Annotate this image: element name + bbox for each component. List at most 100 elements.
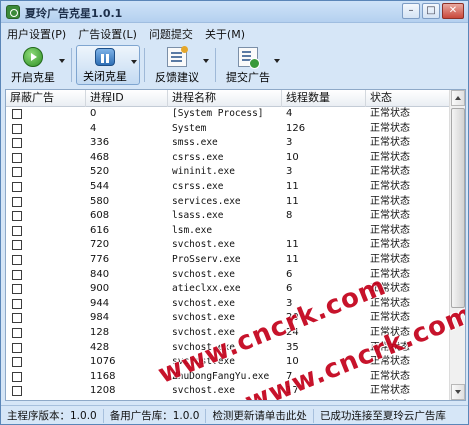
scroll-up-button[interactable] [451,90,465,106]
table-row[interactable]: 580 services.exe 11 正常状态 [6,195,450,210]
block-ad-checkbox[interactable] [12,109,22,119]
process-id-cell: 840 [90,268,110,280]
toolbar: 开启克星 关闭克星 反馈建议 提交广告 [1,45,468,87]
process-name-cell: csrss.exe [172,180,224,192]
block-ad-checkbox[interactable] [12,138,22,149]
block-ad-checkbox[interactable] [12,269,22,280]
chevron-down-icon[interactable] [274,59,280,63]
vertical-scrollbar[interactable] [449,90,465,400]
status-check-update-link[interactable]: 检测更新请单击此处 [206,408,314,423]
block-ad-cell [6,268,86,283]
block-ad-checkbox[interactable] [12,327,22,338]
toolbar-separator [144,48,145,82]
block-ad-cell [6,399,86,400]
thread-count-cell [282,224,366,239]
block-ad-checkbox[interactable] [12,371,22,382]
submit-ad-label: 提交广告 [226,71,270,84]
start-guard-button[interactable]: 开启克星 [5,45,67,85]
table-row[interactable]: 1356atieclxx.exe11正常状态 [6,399,450,401]
thread-count-cell: 4 [286,108,293,119]
table-row[interactable]: 468 csrss.exe 10 正常状态 [6,151,450,166]
table-row[interactable]: 608 lsass.exe 8 正常状态 [6,209,450,224]
block-ad-checkbox[interactable] [12,181,22,192]
chevron-down-icon[interactable] [59,59,65,63]
table-row[interactable]: 984 svchost.exe 20 正常状态 [6,311,450,326]
status-cell: 正常状态 [370,210,410,222]
feedback-icon [167,46,188,67]
submit-ad-button[interactable]: 提交广告 [220,45,282,85]
column-header-pid[interactable]: 进程ID [86,90,168,107]
table-row[interactable]: 336 smss.exe 3 正常状态 [6,136,450,151]
block-ad-cell [6,165,86,180]
process-id-cell: 1168 [90,370,116,382]
status-cell: 正常状态 [370,370,410,382]
block-ad-checkbox[interactable] [12,313,22,324]
submit-icon [238,47,260,69]
app-logo-icon [6,5,20,19]
menu-ad-settings[interactable]: 广告设置(L) [78,26,137,42]
maximize-button[interactable]: □ [422,3,440,19]
block-ad-checkbox[interactable] [12,386,22,397]
column-header-block[interactable]: 屏蔽广告 [6,90,86,107]
table-row[interactable]: 720 svchost.exe 11 正常状态 [6,238,450,253]
process-id-cell: 544 [90,180,110,192]
table-row[interactable]: 616 lsm.exe 正常状态 [6,224,450,239]
block-ad-checkbox[interactable] [12,240,22,251]
stop-guard-button[interactable]: 关闭克星 [76,45,140,85]
process-id-cell: 336 [90,137,110,149]
scroll-thumb[interactable] [451,108,465,308]
status-cell: 正常状态 [370,137,410,149]
table-row[interactable]: 1208 svchost.exe 17 正常状态 [6,384,450,399]
block-ad-checkbox[interactable] [12,342,22,353]
table-row[interactable]: 4 System 126 正常状态 [6,122,450,137]
block-ad-checkbox[interactable] [12,167,22,178]
close-button[interactable]: ✕ [442,3,464,19]
block-ad-checkbox[interactable] [12,254,22,265]
menu-about[interactable]: 关于(M) [205,26,245,42]
process-name-cell: System [172,122,207,134]
table-row[interactable]: 544 csrss.exe 11 正常状态 [6,180,450,195]
block-ad-cell [6,253,86,268]
list-header: 屏蔽广告 进程ID 进程名称 线程数量 状态 [6,90,450,107]
block-ad-checkbox[interactable] [12,211,22,222]
process-id-cell: 944 [90,297,110,309]
thread-count-cell: 10 [286,151,299,163]
table-row[interactable]: 0 [System Process] 4 正常状态 [6,107,450,122]
menu-submit-issue[interactable]: 问题提交 [149,26,193,42]
block-ad-checkbox[interactable] [12,284,22,295]
process-id-cell: 428 [90,341,110,353]
block-ad-cell [6,238,86,253]
process-list[interactable]: 屏蔽广告 进程ID 进程名称 线程数量 状态 0 [System Process]… [5,89,466,401]
table-row[interactable]: 776 ProSserv.exe 11 正常状态 [6,253,450,268]
block-ad-cell [6,136,86,151]
process-name-cell: svchost.exe [172,297,235,309]
block-ad-checkbox[interactable] [12,298,22,309]
process-id-cell: 720 [90,239,110,251]
column-header-name[interactable]: 进程名称 [168,90,282,107]
block-ad-checkbox[interactable] [12,123,22,134]
scroll-down-button[interactable] [451,384,465,400]
thread-count-cell: 11 [286,195,299,207]
column-header-threads[interactable]: 线程数量 [282,90,366,107]
status-cell: 正常状态 [370,385,410,397]
chevron-down-icon[interactable] [131,60,137,64]
minimize-button[interactable]: – [402,3,420,19]
process-name-cell: smss.exe [172,137,218,149]
process-id-cell: 776 [90,253,110,265]
table-row[interactable]: 840 svchost.exe 6 正常状态 [6,268,450,283]
block-ad-checkbox[interactable] [12,357,22,368]
block-ad-cell [6,151,86,166]
status-cell: 正常状态 [370,122,410,134]
menu-user-settings[interactable]: 用户设置(P) [7,26,66,42]
table-row[interactable]: 1168 ZhuDongFangYu.exe 7 正常状态 [6,370,450,385]
block-ad-checkbox[interactable] [12,196,22,207]
feedback-button[interactable]: 反馈建议 [149,45,211,85]
block-ad-checkbox[interactable] [12,152,22,163]
chevron-down-icon[interactable] [203,59,209,63]
block-ad-checkbox[interactable] [12,225,22,236]
block-ad-cell [6,311,86,326]
table-row[interactable]: 520 wininit.exe 3 正常状态 [6,165,450,180]
column-header-status[interactable]: 状态 [366,90,450,107]
play-icon [23,47,43,67]
window-controls: – □ ✕ [400,3,464,19]
